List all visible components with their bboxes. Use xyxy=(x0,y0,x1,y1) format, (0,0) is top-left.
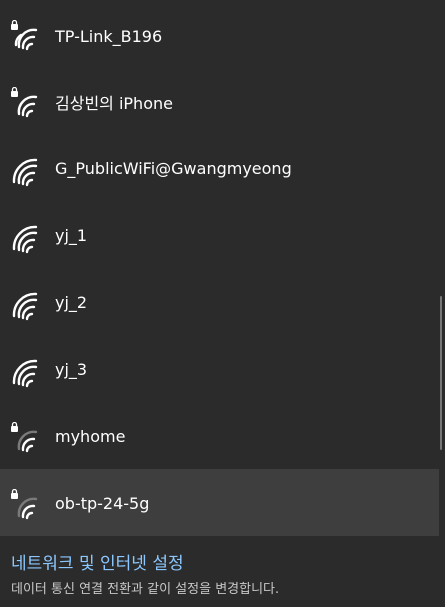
wifi-icon xyxy=(10,156,42,188)
network-item-g-publicwifi[interactable]: G_PublicWiFi@Gwangmyeong xyxy=(0,134,439,201)
wifi-secured-icon xyxy=(10,422,42,454)
network-list: TP-Link_B196 김상빈의 iPhone G_PublicWiFi@Gw… xyxy=(0,0,439,536)
network-ssid: TP-Link_B196 xyxy=(55,27,163,46)
scrollbar[interactable] xyxy=(439,0,443,540)
network-item-kimsangbin-iphone[interactable]: 김상빈의 iPhone xyxy=(0,67,439,134)
network-item-yj-3[interactable]: yj_3 xyxy=(0,335,439,402)
network-item-myhome[interactable]: myhome xyxy=(0,402,439,469)
network-ssid: ob-tp-24-5g xyxy=(55,494,150,513)
network-ssid: yj_1 xyxy=(55,226,88,245)
network-item-tp-link-b196[interactable]: TP-Link_B196 xyxy=(0,0,439,67)
wifi-icon xyxy=(10,290,42,322)
network-ssid: yj_3 xyxy=(55,360,88,379)
network-ssid: yj_2 xyxy=(55,293,88,312)
wifi-secured-icon xyxy=(10,20,42,52)
wifi-secured-icon xyxy=(10,87,42,119)
network-ssid: myhome xyxy=(55,427,126,446)
scrollbar-thumb[interactable] xyxy=(440,296,442,450)
network-ssid: G_PublicWiFi@Gwangmyeong xyxy=(55,159,292,178)
settings-footer: 네트워크 및 인터넷 설정 데이터 통신 연결 전환과 같이 설정을 변경합니다… xyxy=(0,540,445,607)
wifi-icon xyxy=(10,357,42,389)
network-item-yj-1[interactable]: yj_1 xyxy=(0,201,439,268)
wifi-secured-icon xyxy=(10,489,42,521)
wifi-flyout-panel: TP-Link_B196 김상빈의 iPhone G_PublicWiFi@Gw… xyxy=(0,0,445,607)
network-settings-description: 데이터 통신 연결 전환과 같이 설정을 변경합니다. xyxy=(11,582,280,597)
network-item-yj-2[interactable]: yj_2 xyxy=(0,268,439,335)
network-item-ob-tp-24-5g[interactable]: ob-tp-24-5g xyxy=(0,469,439,536)
wifi-icon xyxy=(10,223,42,255)
network-settings-link[interactable]: 네트워크 및 인터넷 설정 xyxy=(11,553,184,575)
network-ssid: 김상빈의 iPhone xyxy=(55,94,173,113)
